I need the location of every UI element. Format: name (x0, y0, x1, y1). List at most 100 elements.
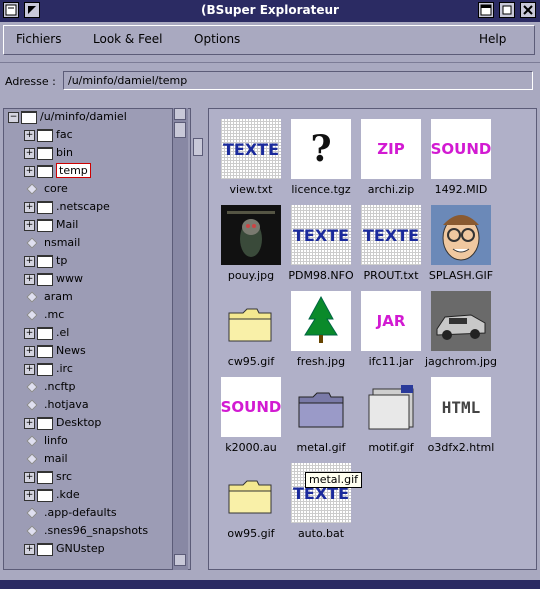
tree-item-label: bin (56, 146, 74, 159)
file-name: 1492.MID (434, 183, 488, 196)
file-item[interactable]: JAR ifc11.jar (353, 289, 429, 375)
tree-item-irc[interactable]: + .irc (24, 361, 73, 377)
expand-icon[interactable]: + (24, 543, 35, 555)
tree-item-el[interactable]: + .el (24, 325, 69, 341)
image-thumbnail (431, 205, 491, 265)
menu-fichiers[interactable]: Fichiers (16, 32, 61, 46)
menu-bar: Fichiers Look & Feel Options Help (0, 22, 540, 63)
file-thumbnail: SOUND (431, 119, 491, 179)
menu-options[interactable]: Options (194, 32, 240, 46)
file-item[interactable]: ZIP archi.zip (353, 117, 429, 203)
expand-icon[interactable]: + (24, 255, 35, 267)
file-thumbnail: SOUND (221, 377, 281, 437)
folder-image-thumbnail (291, 377, 351, 437)
file-item[interactable]: TEXTE PROUT.txt (353, 203, 429, 289)
file-item[interactable]: SOUND 1492.MID (423, 117, 499, 203)
tree-scrollbar[interactable] (172, 108, 188, 570)
file-name: k2000.au (225, 441, 277, 454)
expand-icon[interactable]: + (24, 363, 35, 375)
expand-icon[interactable]: + (24, 165, 35, 177)
tree-item-temp[interactable]: + temp (24, 163, 91, 179)
file-item[interactable]: TEXTE view.txt (213, 117, 289, 203)
close-icon[interactable] (520, 2, 536, 18)
expand-icon[interactable]: + (24, 273, 35, 285)
tree-item-aram[interactable]: aram (24, 289, 73, 305)
splitter-handle[interactable] (193, 138, 203, 156)
tree-item-fac[interactable]: + fac (24, 127, 73, 143)
menu-look-and-feel[interactable]: Look & Feel (93, 32, 162, 46)
tree-item-netscape[interactable]: + .netscape (24, 199, 110, 215)
file-item[interactable]: SPLASH.GIF (423, 203, 499, 289)
file-item[interactable]: motif.gif (353, 375, 429, 461)
file-item[interactable]: ? licence.tgz (283, 117, 359, 203)
tree-item-label: fac (56, 128, 73, 141)
tree-item-ncftp[interactable]: .ncftp (24, 379, 76, 395)
scroll-down-icon[interactable] (174, 554, 186, 566)
file-view[interactable]: TEXTE view.txt? licence.tgz ZIP archi.zip SOU… (208, 108, 537, 570)
file-thumbnail: TEXTE (291, 205, 351, 265)
image-thumbnail (431, 291, 491, 351)
folder-tree[interactable]: −/u/minfo/damiel + fac + bin + temp core + .nets… (3, 108, 191, 570)
collapse-icon[interactable]: − (8, 111, 19, 123)
file-name: pouy.jpg (227, 269, 275, 282)
file-thumbnail: TEXTE (221, 119, 281, 179)
tree-item-tp[interactable]: + tp (24, 253, 67, 269)
tree-item-label: .netscape (56, 200, 110, 213)
file-item[interactable]: metal.gif (283, 375, 359, 461)
file-thumbnail: JAR (361, 291, 421, 351)
tree-item-label: aram (44, 290, 73, 303)
file-item[interactable]: ow95.gif (213, 461, 289, 547)
menu-help[interactable]: Help (479, 32, 506, 46)
tree-item-label: src (56, 470, 73, 483)
shade-icon[interactable] (478, 2, 494, 18)
tree-item-mail[interactable]: + Mail (24, 217, 78, 233)
tree-item-label: tp (56, 254, 68, 267)
file-name: ifc11.jar (368, 355, 414, 368)
expand-icon[interactable]: + (24, 327, 35, 339)
file-item[interactable]: fresh.jpg (283, 289, 359, 375)
tree-item-nsmail[interactable]: nsmail (24, 235, 80, 251)
tree-item-label: News (56, 344, 86, 357)
expand-icon[interactable]: + (24, 147, 35, 159)
tree-item-hotjava[interactable]: .hotjava (24, 397, 89, 413)
tree-item-kde[interactable]: + .kde (24, 487, 80, 503)
file-item[interactable]: pouy.jpg (213, 203, 289, 289)
file-item[interactable]: jagchrom.jpg (423, 289, 499, 375)
tree-item-label: mail (44, 452, 68, 465)
tree-item-www[interactable]: + www (24, 271, 83, 287)
maximize-icon[interactable] (499, 2, 515, 18)
scroll-up-icon[interactable] (174, 108, 186, 120)
scroll-thumb[interactable] (174, 122, 186, 138)
expand-icon[interactable]: + (24, 489, 35, 501)
expand-icon[interactable]: + (24, 417, 35, 429)
file-item[interactable]: HTML o3dfx2.html (423, 375, 499, 461)
tree-item-core[interactable]: core (24, 181, 68, 197)
tree-item-desktop[interactable]: + Desktop (24, 415, 101, 431)
tree-item-appdefaults[interactable]: .app-defaults (24, 505, 117, 521)
address-input[interactable]: /u/minfo/damiel/temp (63, 71, 533, 90)
tree-root[interactable]: −/u/minfo/damiel (8, 109, 127, 125)
expand-icon[interactable]: + (24, 345, 35, 357)
tree-item-src[interactable]: + src (24, 469, 72, 485)
expand-icon[interactable]: + (24, 471, 35, 483)
tree-item-snes96snapshots[interactable]: .snes96_snapshots (24, 523, 148, 539)
tree-item-news[interactable]: + News (24, 343, 86, 359)
file-item[interactable]: TEXTE PDM98.NFO (283, 203, 359, 289)
expand-icon[interactable]: + (24, 201, 35, 213)
file-item[interactable]: cw95.gif (213, 289, 289, 375)
tree-item-mc[interactable]: .mc (24, 307, 64, 323)
tree-item-bin[interactable]: + bin (24, 145, 73, 161)
tree-item-gnustep[interactable]: + GNUstep (24, 541, 105, 557)
tree-item-mail[interactable]: mail (24, 451, 68, 467)
image-thumbnail (221, 205, 281, 265)
folder-image-thumbnail (221, 463, 281, 523)
expand-icon[interactable]: + (24, 219, 35, 231)
file-node-icon (26, 309, 38, 321)
file-name: licence.tgz (291, 183, 351, 196)
tree-item-label: linfo (44, 434, 68, 447)
file-item[interactable]: SOUND k2000.au (213, 375, 289, 461)
panel-splitter[interactable] (191, 108, 203, 578)
expand-icon[interactable]: + (24, 129, 35, 141)
tree-item-label: .el (56, 326, 70, 339)
tree-item-linfo[interactable]: linfo (24, 433, 68, 449)
